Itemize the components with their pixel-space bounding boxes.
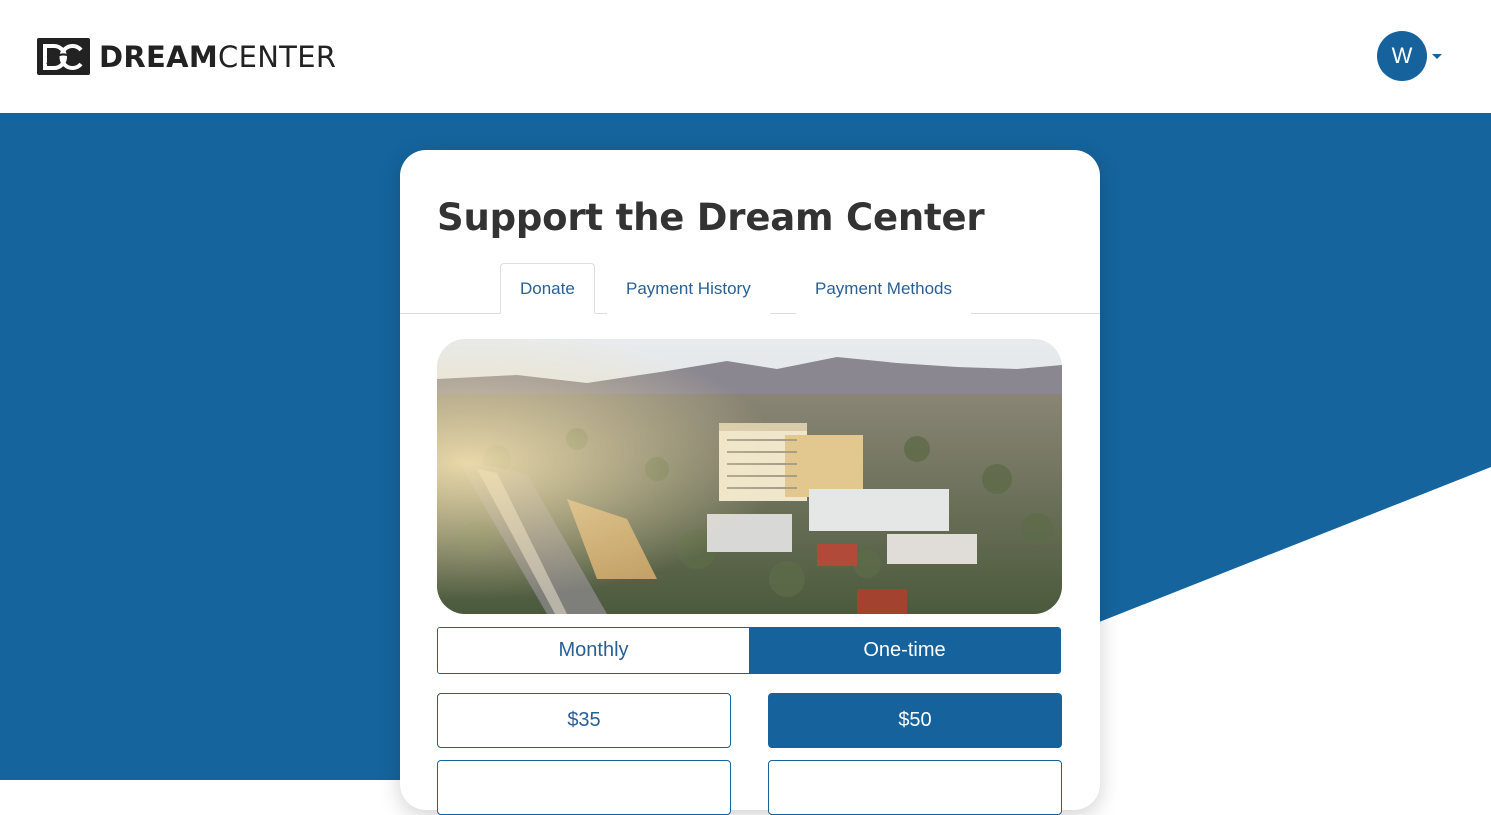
tab-donate[interactable]: Donate	[500, 263, 595, 314]
chevron-down-icon[interactable]	[1432, 53, 1442, 59]
city-aerial-photo	[437, 339, 1062, 614]
monthly-option[interactable]: Monthly	[438, 628, 749, 673]
frequency-toggle: Monthly One-time	[437, 627, 1061, 674]
tab-payment-methods[interactable]: Payment Methods	[796, 263, 972, 314]
avatar[interactable]: W	[1377, 31, 1427, 81]
page-title: Support the Dream Center	[437, 196, 985, 239]
dc-logo-icon	[37, 38, 90, 75]
amount-button[interactable]	[437, 760, 731, 815]
amount-50-button[interactable]: $50	[768, 693, 1062, 748]
site-header: DREAMCENTER W	[0, 0, 1491, 113]
tab-payment-history[interactable]: Payment History	[607, 263, 770, 314]
user-menu[interactable]: W	[1377, 31, 1442, 81]
dream-center-logo[interactable]: DREAMCENTER	[37, 38, 336, 75]
amount-35-button[interactable]: $35	[437, 693, 731, 748]
one-time-option[interactable]: One-time	[749, 628, 1060, 673]
amount-button[interactable]	[768, 760, 1062, 815]
donation-card: Support the Dream Center Donate Payment …	[400, 150, 1100, 815]
logo-wordmark: DREAMCENTER	[99, 39, 337, 74]
